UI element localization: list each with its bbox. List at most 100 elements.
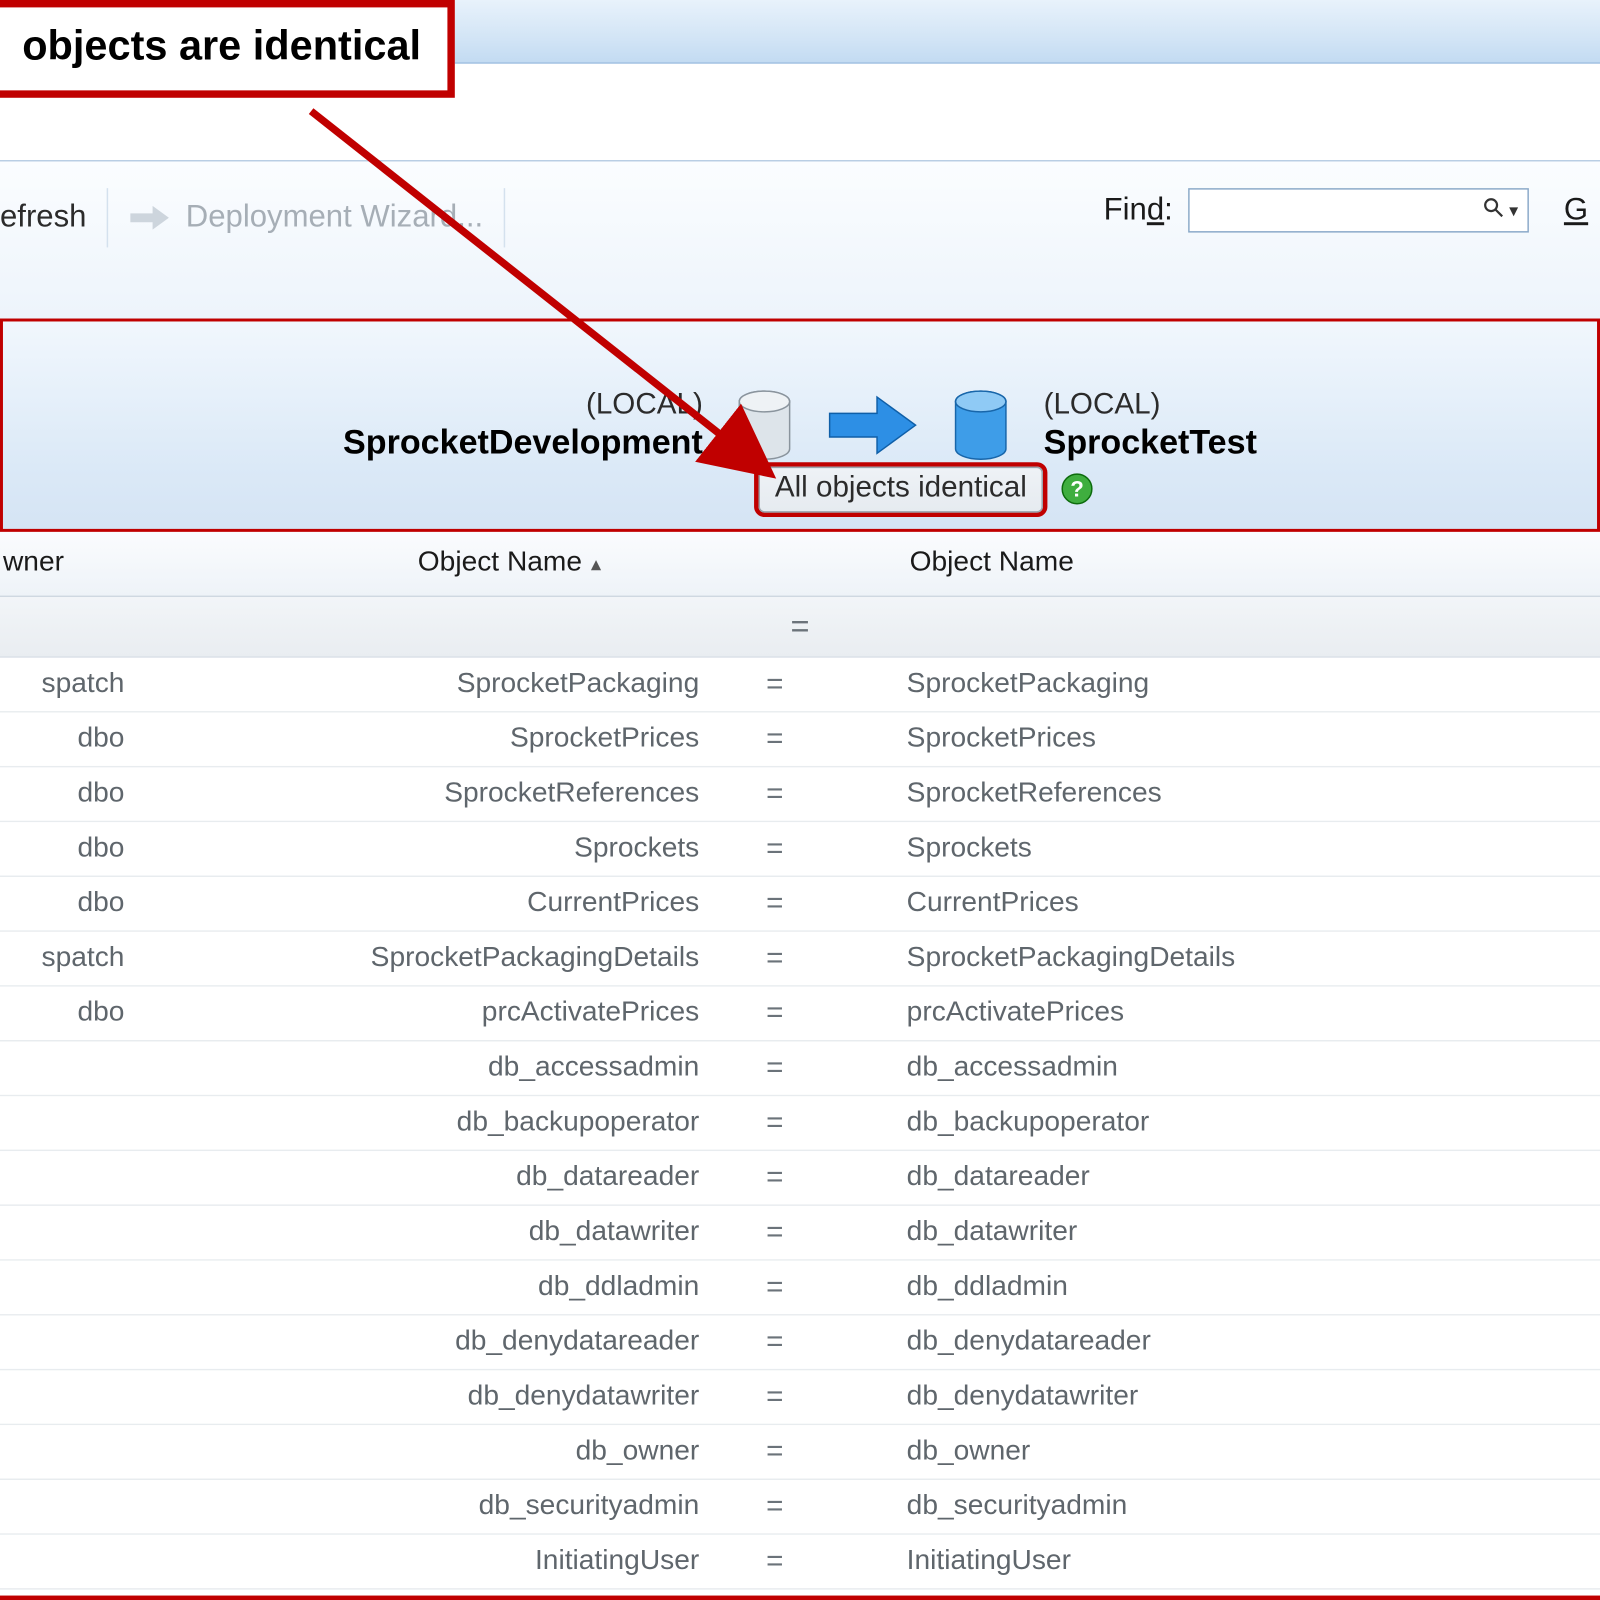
- status-text: All objects identical: [775, 471, 1027, 504]
- table-row[interactable]: dboCurrentPrices=CurrentPrices: [0, 877, 1600, 932]
- cell-object-left: SprocketPrices: [133, 723, 714, 756]
- cell-object-left: InitiatingUser: [133, 1545, 714, 1578]
- equals-icon: =: [714, 887, 833, 921]
- equals-icon: =: [714, 1106, 833, 1140]
- table-row[interactable]: db_accessadmin=db_accessadmin: [0, 1041, 1600, 1096]
- cell-object-right: db_backupoperator: [833, 1107, 1600, 1140]
- table-row[interactable]: db_denydatareader=db_denydatareader: [0, 1316, 1600, 1371]
- arrow-right-icon: [129, 204, 170, 231]
- annotation-bottom-line: [0, 1596, 1600, 1600]
- find-input[interactable]: ▾: [1188, 188, 1529, 232]
- table-row[interactable]: InitiatingUser=InitiatingUser: [0, 1535, 1600, 1590]
- cell-owner: spatch: [0, 668, 133, 701]
- cell-object-right: prcActivatePrices: [833, 997, 1600, 1030]
- deployment-wizard-label: Deployment Wizard...: [186, 200, 483, 236]
- cell-object-left: db_datawriter: [133, 1216, 714, 1249]
- find-group: Find: ▾ G: [1104, 188, 1589, 232]
- cell-owner: dbo: [0, 887, 133, 920]
- cell-owner: dbo: [0, 778, 133, 811]
- cell-owner: dbo: [0, 833, 133, 866]
- cell-object-left: db_ddladmin: [133, 1271, 714, 1304]
- table-row[interactable]: db_ddladmin=db_ddladmin: [0, 1261, 1600, 1316]
- target-db-block: (LOCAL) SprocketTest: [1044, 388, 1257, 462]
- cell-owner: dbo: [0, 723, 133, 756]
- table-row[interactable]: db_securityadmin=db_securityadmin: [0, 1480, 1600, 1535]
- table-row[interactable]: spatchSprocketPackaging=SprocketPackagin…: [0, 658, 1600, 713]
- refresh-button[interactable]: efresh: [0, 188, 109, 247]
- equals-icon: =: [714, 667, 833, 701]
- g-link[interactable]: G: [1564, 193, 1588, 229]
- table-row[interactable]: db_backupoperator=db_backupoperator: [0, 1096, 1600, 1151]
- find-label: Find:: [1104, 193, 1173, 229]
- cell-object-left: Sprockets: [133, 833, 714, 866]
- table-row[interactable]: spatchSprocketPackagingDetails=SprocketP…: [0, 932, 1600, 987]
- cell-object-right: Sprockets: [833, 833, 1600, 866]
- database-icon-source: [735, 390, 794, 461]
- table-row[interactable]: dboSprocketReferences=SprocketReferences: [0, 767, 1600, 822]
- equals-icon: =: [714, 996, 833, 1030]
- direction-arrow-icon: [827, 394, 919, 456]
- table-row[interactable]: dboSprockets=Sprockets: [0, 822, 1600, 877]
- cell-object-left: SprocketPackaging: [133, 668, 714, 701]
- annotation-text: objects are identical: [22, 22, 421, 68]
- toolbar: efresh Deployment Wizard... Find: ▾ G: [0, 160, 1600, 320]
- equals-icon: =: [714, 1216, 833, 1250]
- table-row[interactable]: dboprcActivatePrices=prcActivatePrices: [0, 987, 1600, 1042]
- cell-owner: spatch: [0, 942, 133, 975]
- refresh-label: efresh: [0, 200, 86, 236]
- cell-owner: dbo: [0, 997, 133, 1030]
- status-identical[interactable]: All objects identical: [759, 467, 1044, 513]
- app-window: objects are identical efresh Deployment …: [0, 0, 1600, 1600]
- cell-object-left: prcActivatePrices: [133, 997, 714, 1030]
- sort-asc-icon: ▴: [591, 551, 601, 575]
- cell-object-left: db_securityadmin: [133, 1490, 714, 1523]
- equals-icon: =: [714, 1435, 833, 1469]
- table-row[interactable]: db_denydatawriter=db_denydatawriter: [0, 1370, 1600, 1425]
- cell-object-right: SprocketPackagingDetails: [833, 942, 1600, 975]
- source-local-label: (LOCAL): [343, 388, 703, 422]
- table-row[interactable]: dboSprocketPrices=SprocketPrices: [0, 713, 1600, 768]
- cell-object-left: CurrentPrices: [133, 887, 714, 920]
- cell-object-left: SprocketReferences: [133, 778, 714, 811]
- col-header-object-right[interactable]: Object Name: [836, 547, 1600, 580]
- cell-object-right: SprocketPackaging: [833, 668, 1600, 701]
- grid-header: wner Object Name▴ Object Name: [0, 530, 1600, 597]
- cell-object-left: db_denydatareader: [133, 1326, 714, 1359]
- source-db-block: (LOCAL) SprocketDevelopment: [343, 388, 703, 462]
- equals-icon: =: [790, 607, 809, 646]
- cell-object-left: db_datareader: [133, 1161, 714, 1194]
- equals-icon: =: [714, 1325, 833, 1359]
- cell-object-right: db_datareader: [833, 1161, 1600, 1194]
- equals-icon: =: [714, 722, 833, 756]
- source-db-name: SprocketDevelopment: [343, 422, 703, 462]
- cell-object-right: CurrentPrices: [833, 887, 1600, 920]
- equals-icon: =: [714, 1490, 833, 1524]
- cell-object-left: db_accessadmin: [133, 1052, 714, 1085]
- deployment-wizard-button[interactable]: Deployment Wizard...: [109, 188, 506, 247]
- equals-icon: =: [714, 777, 833, 811]
- cell-object-right: db_datawriter: [833, 1216, 1600, 1249]
- table-row[interactable]: db_datawriter=db_datawriter: [0, 1206, 1600, 1261]
- cell-object-left: db_backupoperator: [133, 1107, 714, 1140]
- equals-icon: =: [714, 1161, 833, 1195]
- col-header-owner[interactable]: wner: [0, 547, 136, 580]
- cell-object-right: SprocketReferences: [833, 778, 1600, 811]
- group-identical-row[interactable]: =: [0, 597, 1600, 658]
- svg-text:?: ?: [1070, 476, 1084, 501]
- target-local-label: (LOCAL): [1044, 388, 1257, 422]
- table-row[interactable]: db_datareader=db_datareader: [0, 1151, 1600, 1206]
- equals-icon: =: [714, 1380, 833, 1414]
- cell-object-left: db_denydatawriter: [133, 1381, 714, 1414]
- annotation-callout: objects are identical: [0, 0, 455, 98]
- cell-object-right: db_securityadmin: [833, 1490, 1600, 1523]
- equals-icon: =: [714, 1051, 833, 1085]
- cell-object-right: SprocketPrices: [833, 723, 1600, 756]
- table-row[interactable]: db_owner=db_owner: [0, 1425, 1600, 1480]
- chevron-down-icon[interactable]: ▾: [1509, 200, 1518, 221]
- col-header-object-left[interactable]: Object Name▴: [136, 547, 717, 580]
- cell-object-right: db_denydatawriter: [833, 1381, 1600, 1414]
- cell-object-left: SprocketPackagingDetails: [133, 942, 714, 975]
- equals-icon: =: [714, 941, 833, 975]
- help-icon[interactable]: ?: [1061, 473, 1094, 506]
- search-icon: [1482, 196, 1503, 224]
